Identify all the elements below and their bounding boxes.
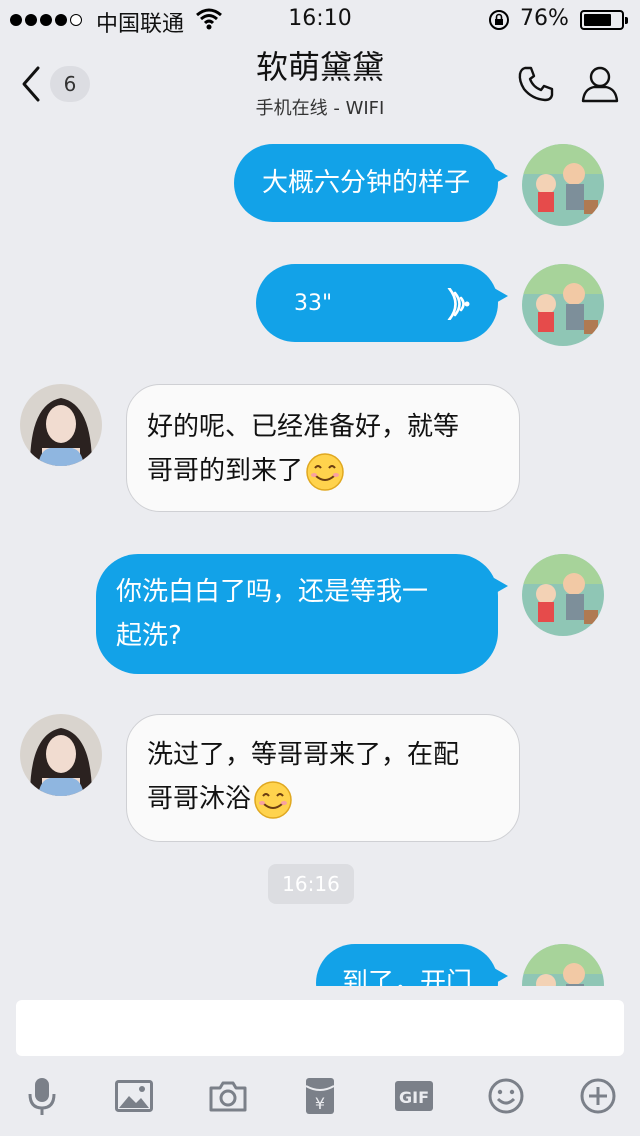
- my-avatar[interactable]: [522, 554, 604, 636]
- bubble-tail: [494, 288, 508, 304]
- smile-emoji-icon: [306, 452, 344, 491]
- message-bubble-outgoing[interactable]: 你洗白白了吗，还是等我一 起洗?: [96, 554, 498, 674]
- battery-icon: [580, 10, 628, 30]
- message-bubble-incoming[interactable]: 好的呢、已经准备好，就等 哥哥的到来了: [126, 384, 520, 512]
- composer: ¥ GIF: [0, 986, 640, 1136]
- voice-message-bubble[interactable]: 33": [256, 264, 498, 342]
- gif-icon[interactable]: GIF: [392, 1074, 436, 1118]
- message-text-line: 哥哥沐浴: [147, 777, 519, 821]
- voice-duration: 33": [294, 291, 333, 316]
- bubble-tail: [494, 968, 508, 984]
- contact-avatar[interactable]: [20, 714, 102, 796]
- my-avatar[interactable]: [522, 144, 604, 226]
- message-timestamp: 16:16: [268, 864, 354, 904]
- message-bubble-incoming[interactable]: 洗过了，等哥哥来了，在配 哥哥沐浴: [126, 714, 520, 842]
- message-text-line: 起洗?: [116, 621, 182, 651]
- message-text-line: 哥哥的到来了: [147, 449, 519, 493]
- message-text-line: 洗过了，等哥哥来了，在配: [147, 740, 460, 770]
- image-icon[interactable]: [112, 1074, 156, 1118]
- my-avatar[interactable]: [522, 264, 604, 346]
- red-packet-icon[interactable]: ¥: [298, 1074, 342, 1118]
- microphone-icon[interactable]: [20, 1074, 64, 1118]
- battery-percent: 76%: [520, 6, 569, 31]
- battery-level: [584, 14, 612, 26]
- voice-wave-icon: [447, 288, 470, 320]
- message-text-line: 你洗白白了吗，还是等我一: [116, 577, 429, 607]
- rotation-lock-icon: [489, 10, 509, 30]
- gif-label: GIF: [399, 1088, 429, 1107]
- emoji-icon[interactable]: [484, 1074, 528, 1118]
- message-text: 大概六分钟的样子: [261, 168, 470, 198]
- message-bubble-outgoing[interactable]: 大概六分钟的样子: [234, 144, 498, 222]
- smile-emoji-icon: [254, 780, 292, 819]
- bubble-tail: [494, 168, 508, 184]
- camera-icon[interactable]: [206, 1074, 250, 1118]
- message-text-line: 好的呢、已经准备好，就等: [147, 412, 460, 442]
- yuan-glyph: ¥: [315, 1094, 325, 1113]
- plus-icon[interactable]: [576, 1074, 620, 1118]
- status-bar: 中国联通 16:10 76%: [0, 0, 640, 40]
- contact-avatar[interactable]: [20, 384, 102, 466]
- bubble-tail: [494, 578, 508, 594]
- message-input[interactable]: [16, 1000, 624, 1056]
- contact-profile-icon[interactable]: [580, 64, 620, 104]
- chat-header: 6 软萌黛黛 手机在线 - WIFI: [0, 40, 640, 124]
- composer-toolbar: ¥ GIF: [0, 1074, 640, 1118]
- phone-call-icon[interactable]: [516, 64, 556, 104]
